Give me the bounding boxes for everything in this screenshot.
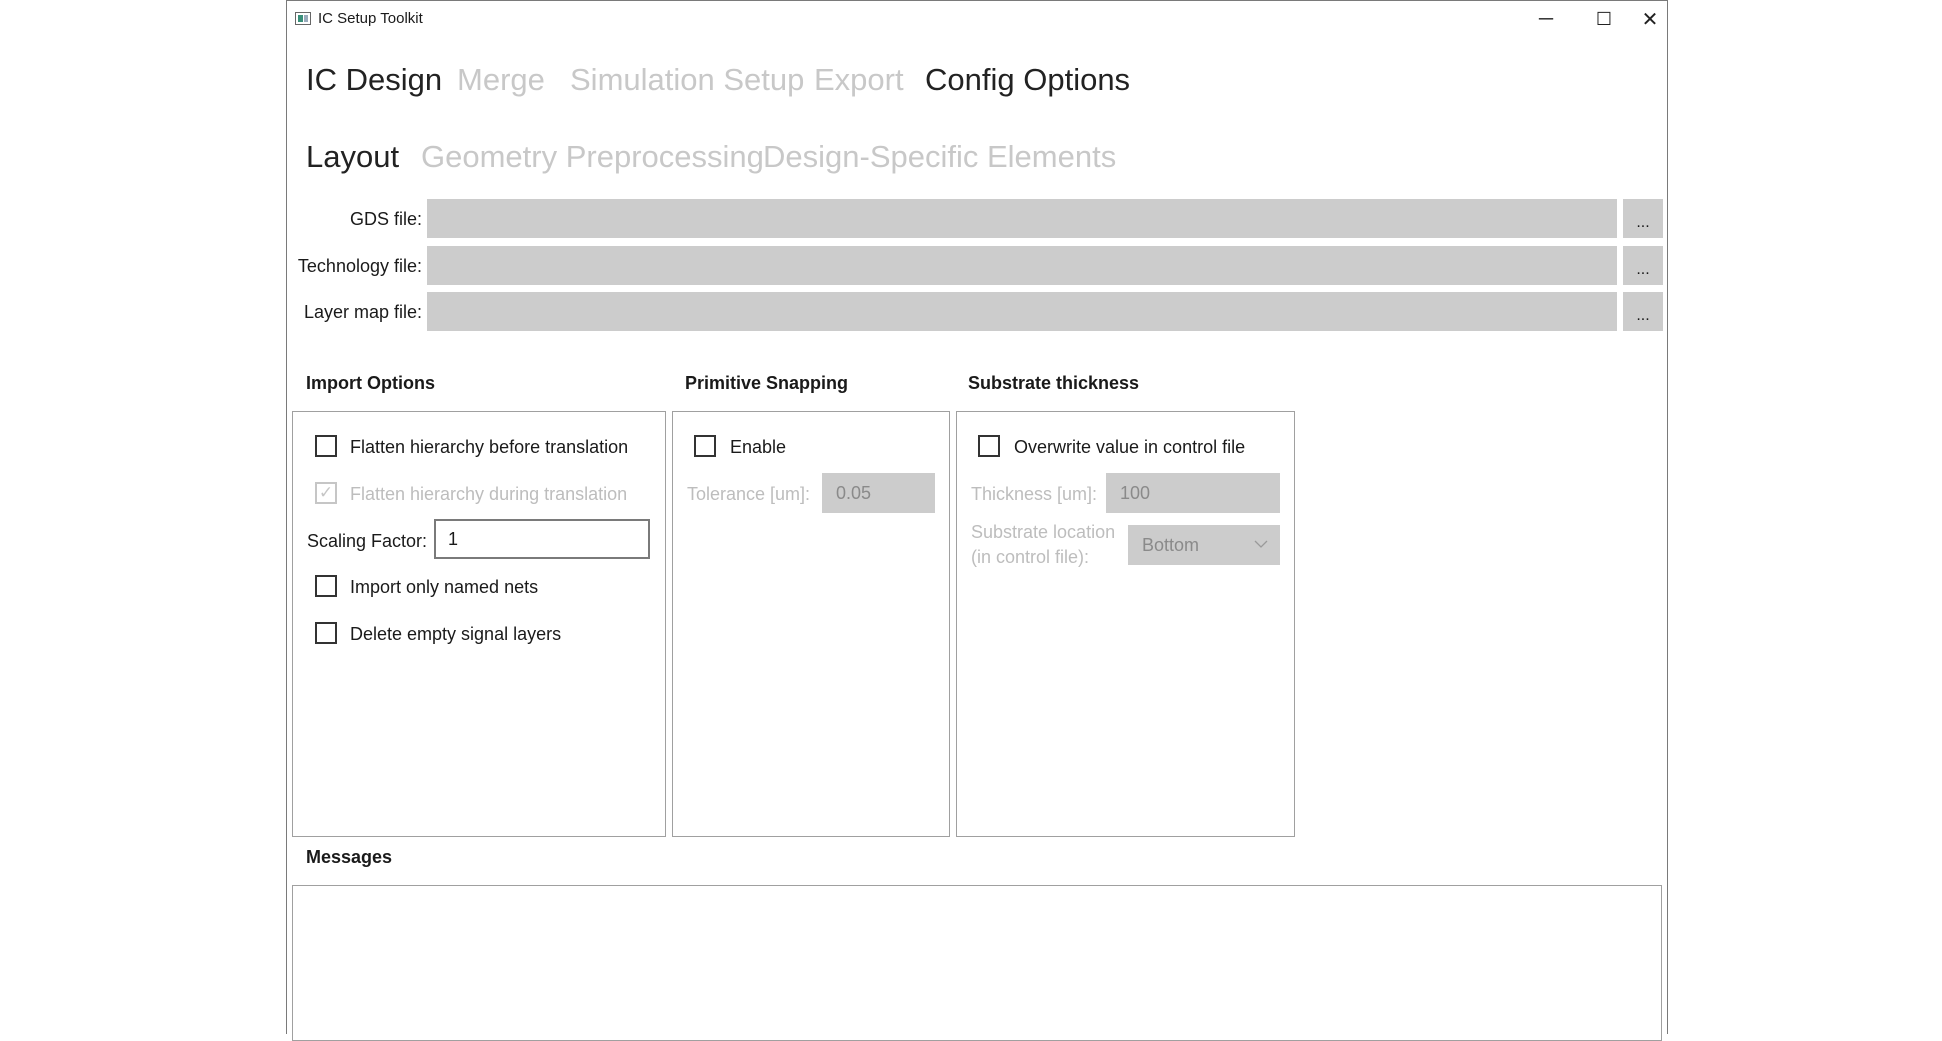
gds-browse-button[interactable]: ...	[1623, 199, 1663, 238]
messages-header: Messages	[306, 847, 393, 867]
thickness-label: Thickness [um]:	[971, 484, 1098, 504]
layer-map-file-label: Layer map file:	[303, 302, 422, 322]
named-nets-checkbox[interactable]	[315, 575, 337, 597]
overwrite-value-label: Overwrite value in control file	[1014, 437, 1246, 457]
tab-ic-design[interactable]: IC Design	[306, 62, 442, 98]
overwrite-value-checkbox[interactable]	[978, 435, 1000, 457]
flatten-before-label: Flatten hierarchy before translation	[350, 437, 629, 457]
window-title: IC Setup Toolkit	[318, 10, 423, 27]
primitive-snapping-group: Enable Tolerance [um]: 0.05	[672, 411, 950, 837]
substrate-thickness-group: Overwrite value in control file Thicknes…	[956, 411, 1295, 837]
tab-merge[interactable]: Merge	[457, 62, 545, 98]
tolerance-label: Tolerance [um]:	[687, 484, 811, 504]
scaling-factor-input[interactable]: 1	[434, 519, 650, 559]
enable-snapping-checkbox[interactable]	[694, 435, 716, 457]
flatten-before-checkbox[interactable]	[315, 435, 337, 457]
scaling-factor-label: Scaling Factor:	[307, 531, 428, 551]
substrate-location-value: Bottom	[1142, 534, 1200, 555]
messages-box[interactable]	[292, 885, 1662, 1041]
tolerance-input: 0.05	[822, 473, 935, 513]
technology-file-label: Technology file:	[297, 256, 422, 276]
technology-browse-button[interactable]: ...	[1623, 246, 1663, 285]
subtab-design-specific-elements[interactable]: Design-Specific Elements	[763, 139, 1116, 175]
substrate-location-label-line1: Substrate location	[971, 522, 1116, 542]
close-button[interactable]: ✕	[1633, 1, 1667, 37]
import-options-header: Import Options	[306, 373, 435, 393]
substrate-thickness-header: Substrate thickness	[968, 373, 1140, 393]
maximize-button[interactable]: ☐	[1575, 1, 1633, 37]
technology-file-input[interactable]	[427, 246, 1617, 285]
title-bar: IC Setup Toolkit ─ ☐ ✕	[287, 1, 1667, 37]
minimize-button[interactable]: ─	[1517, 1, 1575, 37]
delete-empty-layers-checkbox[interactable]	[315, 622, 337, 644]
gds-file-label: GDS file:	[349, 209, 422, 229]
subtab-geometry-preprocessing[interactable]: Geometry Preprocessing	[421, 139, 764, 175]
import-options-group: Flatten hierarchy before translation ✓ F…	[292, 411, 666, 837]
tab-export[interactable]: Export	[814, 62, 904, 98]
layer-map-file-input[interactable]	[427, 292, 1617, 331]
delete-empty-layers-label: Delete empty signal layers	[350, 624, 562, 644]
chevron-down-icon	[1254, 540, 1268, 548]
layer-map-browse-button[interactable]: ...	[1623, 292, 1663, 331]
app-icon	[295, 12, 311, 25]
primitive-snapping-header: Primitive Snapping	[685, 373, 849, 393]
substrate-location-label-line2: (in control file):	[971, 547, 1090, 567]
substrate-location-select: Bottom	[1128, 525, 1280, 565]
subtab-layout[interactable]: Layout	[306, 139, 399, 175]
tab-simulation-setup[interactable]: Simulation Setup	[570, 62, 804, 98]
app-window: IC Setup Toolkit ─ ☐ ✕ IC Design Merge S…	[286, 0, 1668, 1041]
flatten-during-checkbox: ✓	[315, 482, 337, 504]
named-nets-label: Import only named nets	[350, 577, 539, 597]
thickness-input: 100	[1106, 473, 1280, 513]
flatten-during-label: Flatten hierarchy during translation	[350, 484, 628, 504]
enable-snapping-label: Enable	[730, 437, 787, 457]
gds-file-input[interactable]	[427, 199, 1617, 238]
tab-config-options[interactable]: Config Options	[925, 62, 1130, 98]
